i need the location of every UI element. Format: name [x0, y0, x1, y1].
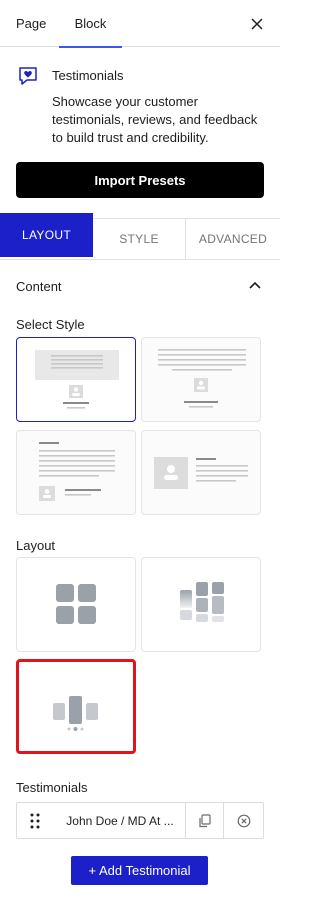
close-button[interactable] [246, 13, 268, 35]
chevron-up-icon[interactable] [248, 280, 262, 290]
style-3-preview-icon [39, 442, 115, 501]
copy-icon [198, 813, 211, 827]
tab-block[interactable]: Block [59, 0, 122, 48]
style-2-preview-icon [158, 349, 246, 408]
style-option-3[interactable] [16, 430, 136, 515]
testimonial-item-title[interactable]: John Doe / MD At ... [53, 803, 187, 838]
drag-handle-icon[interactable] [27, 812, 43, 830]
select-style-label: Select Style [16, 317, 85, 332]
layout-label: Layout [16, 538, 56, 553]
duplicate-button[interactable] [186, 803, 223, 838]
testimonials-label: Testimonials [16, 780, 88, 795]
remove-circle-icon [237, 814, 250, 827]
testimonial-item[interactable]: John Doe / MD At ... [16, 802, 264, 839]
close-icon [251, 18, 263, 30]
style-option-1[interactable] [16, 337, 136, 422]
tab-layout[interactable]: LAYOUT [0, 213, 93, 257]
heart-chat-icon [16, 64, 40, 88]
block-title: Testimonials [52, 68, 124, 83]
add-testimonial-button[interactable]: + Add Testimonial [71, 856, 208, 885]
style-option-2[interactable] [141, 337, 261, 422]
content-section-title[interactable]: Content [16, 279, 62, 294]
tab-advanced[interactable]: ADVANCED [186, 218, 280, 260]
style-option-4[interactable] [141, 430, 261, 515]
style-4-preview-icon [154, 457, 248, 489]
import-presets-button[interactable]: Import Presets [16, 162, 264, 198]
tab-page[interactable]: Page [16, 0, 46, 47]
layout-option-grid[interactable] [16, 557, 136, 652]
remove-button[interactable] [224, 803, 263, 838]
masonry-layout-icon [180, 582, 224, 622]
grid-layout-icon [56, 584, 96, 624]
style-1-preview-icon [35, 350, 119, 409]
layout-option-masonry[interactable] [141, 557, 261, 652]
tab-style[interactable]: STYLE [93, 218, 186, 260]
layout-option-carousel[interactable] [16, 659, 136, 754]
sidebar-tabs: Page Block [0, 0, 280, 48]
carousel-layout-icon [53, 696, 98, 731]
panel-tabs: LAYOUT STYLE ADVANCED [0, 213, 280, 260]
block-description: Showcase your customer testimonials, rev… [52, 94, 258, 145]
